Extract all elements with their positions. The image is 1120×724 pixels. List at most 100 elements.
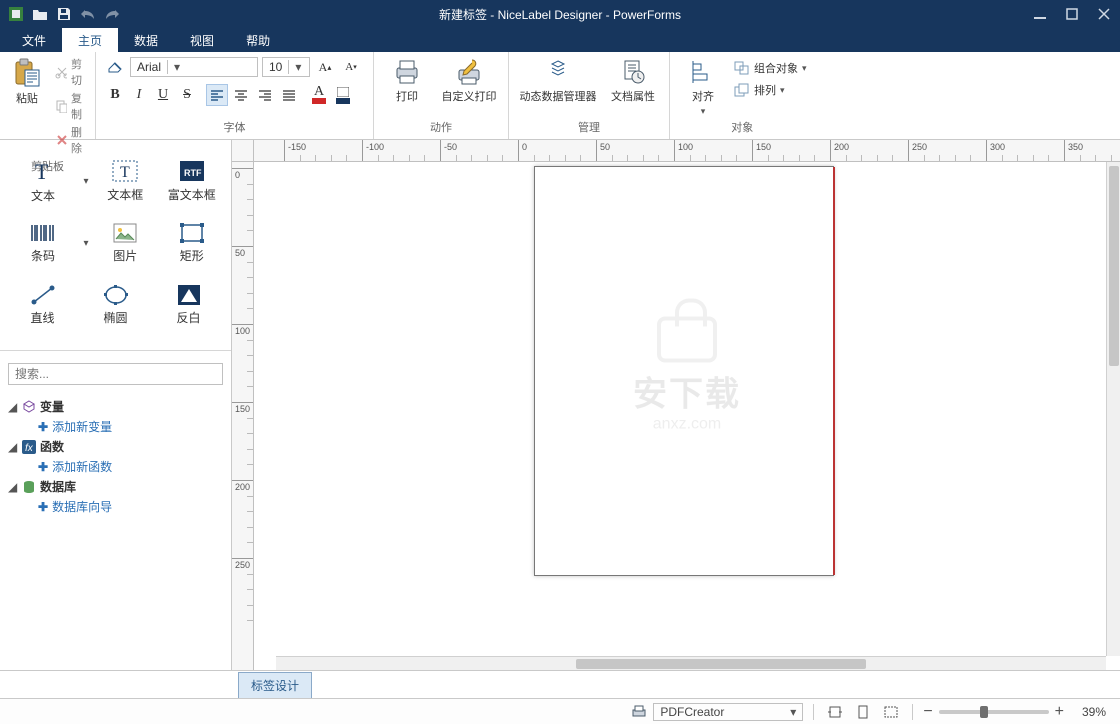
zoom-in-button[interactable]: +: [1055, 703, 1064, 721]
cut-button[interactable]: 剪切: [55, 56, 90, 88]
menu-file[interactable]: 文件: [6, 28, 62, 52]
align-center-button[interactable]: [230, 84, 252, 106]
save-icon[interactable]: [56, 6, 72, 22]
print-button[interactable]: 打印: [382, 56, 432, 104]
minimize-button[interactable]: [1024, 0, 1056, 28]
tool-ellipse[interactable]: 椭圆: [79, 274, 152, 336]
bold-button[interactable]: B: [104, 84, 126, 106]
menu-data[interactable]: 数据: [118, 28, 174, 52]
tree-functions[interactable]: ◢fx函数: [8, 435, 223, 458]
search-box: [8, 363, 223, 385]
tree-add-variable[interactable]: ✚添加新变量: [8, 418, 223, 435]
svg-text:T: T: [35, 159, 49, 183]
shrink-font-button[interactable]: A▾: [340, 56, 362, 78]
ruler-corner: [232, 140, 254, 162]
tree-databases[interactable]: ◢数据库: [8, 475, 223, 498]
zoom-fit-width-button[interactable]: [824, 701, 846, 723]
font-color-button[interactable]: A: [308, 84, 330, 106]
vertical-scrollbar[interactable]: [1106, 162, 1120, 656]
tab-label-design[interactable]: 标签设计: [238, 672, 312, 698]
strikethrough-button[interactable]: S: [176, 84, 198, 106]
clear-format-button[interactable]: [104, 56, 126, 78]
tool-rectangle[interactable]: 矩形: [159, 212, 226, 274]
toolbox-divider: [0, 350, 231, 351]
printer-selector[interactable]: PDFCreator▾: [631, 703, 803, 721]
copy-button[interactable]: 复制: [55, 90, 90, 122]
quick-access-toolbar: [0, 6, 120, 22]
data-manager-button[interactable]: 动态数据管理器: [517, 56, 599, 104]
tool-text[interactable]: T文本: [6, 150, 80, 212]
menu-view[interactable]: 视图: [174, 28, 230, 52]
redo-icon[interactable]: [104, 6, 120, 22]
justify-button[interactable]: [278, 84, 300, 106]
tool-richtextbox[interactable]: RTF富文本框: [159, 150, 226, 212]
canvas-area: -150-100-50050100150200250300350 0501001…: [232, 140, 1120, 670]
ribbon-group-action: 打印 自定义打印 动作: [374, 52, 509, 139]
scrollbar-thumb[interactable]: [576, 659, 866, 669]
font-name-combo[interactable]: Arial▾: [130, 57, 258, 77]
menu-help[interactable]: 帮助: [230, 28, 286, 52]
zoom-region-button[interactable]: [880, 701, 902, 723]
menu-bar: 文件 主页 数据 视图 帮助: [0, 28, 1120, 52]
ruler-horizontal: -150-100-50050100150200250300350: [254, 140, 1120, 162]
tool-inverse[interactable]: 反白: [152, 274, 225, 336]
group-objects-button[interactable]: 组合对象▾: [734, 60, 807, 76]
ribbon-group-clipboard: 粘贴 剪切 复制 删除 剪贴板: [0, 52, 96, 139]
underline-button[interactable]: U: [152, 84, 174, 106]
tool-line[interactable]: 直线: [6, 274, 79, 336]
chevron-down-icon[interactable]: ▾: [80, 212, 92, 274]
status-bar: PDFCreator▾ − + 39%: [0, 698, 1120, 724]
chevron-down-icon[interactable]: ▾: [288, 60, 302, 74]
toolbox-panel: T文本▾ T文本框 RTF富文本框 条码▾ 图片 矩形 直线 椭圆 反白 ◢变量…: [0, 140, 232, 670]
doc-properties-button[interactable]: 文档属性: [605, 56, 661, 104]
horizontal-scrollbar[interactable]: [276, 656, 1106, 670]
tool-grid: T文本▾ T文本框 RTF富文本框 条码▾ 图片 矩形 直线 椭圆 反白: [0, 140, 231, 346]
work-area: T文本▾ T文本框 RTF富文本框 条码▾ 图片 矩形 直线 椭圆 反白 ◢变量…: [0, 140, 1120, 670]
tool-barcode[interactable]: 条码: [6, 212, 80, 274]
svg-text:fx: fx: [25, 443, 34, 454]
tool-image[interactable]: 图片: [92, 212, 159, 274]
bottom-tab-strip: 标签设计: [0, 670, 1120, 698]
scrollbar-thumb[interactable]: [1109, 166, 1119, 366]
chevron-down-icon[interactable]: ▾: [80, 150, 92, 212]
arrange-button[interactable]: 排列▾: [734, 82, 807, 98]
tool-textbox[interactable]: T文本框: [92, 150, 159, 212]
tree-db-wizard[interactable]: ✚数据库向导: [8, 498, 223, 515]
zoom-level: 39%: [1070, 705, 1106, 719]
align-button[interactable]: 对齐 ▾: [678, 56, 728, 117]
chevron-down-icon[interactable]: ▾: [167, 60, 181, 74]
app-icon: [8, 6, 24, 22]
undo-icon[interactable]: [80, 6, 96, 22]
zoom-fit-page-button[interactable]: [852, 701, 874, 723]
font-size-combo[interactable]: 10▾: [262, 57, 310, 77]
ribbon: 粘贴 剪切 复制 删除 剪贴板 Arial▾ 10▾ A▴ A▾ B I U: [0, 52, 1120, 140]
custom-print-button[interactable]: 自定义打印: [438, 56, 500, 104]
ribbon-group-font: Arial▾ 10▾ A▴ A▾ B I U S A 字体: [96, 52, 374, 139]
slider-knob[interactable]: [980, 706, 988, 718]
window-controls: [1024, 0, 1120, 28]
align-right-button[interactable]: [254, 84, 276, 106]
close-button[interactable]: [1088, 0, 1120, 28]
zoom-slider[interactable]: [939, 710, 1049, 714]
window-title: 新建标签 - NiceLabel Designer - PowerForms: [439, 6, 681, 23]
open-folder-icon[interactable]: [32, 6, 48, 22]
svg-text:RTF: RTF: [184, 168, 202, 178]
title-bar: 新建标签 - NiceLabel Designer - PowerForms: [0, 0, 1120, 28]
font-group-label: 字体: [224, 117, 246, 139]
paste-button[interactable]: 粘贴: [5, 56, 49, 106]
svg-text:T: T: [120, 164, 130, 181]
fill-color-button[interactable]: [332, 84, 354, 106]
chevron-down-icon[interactable]: ▾: [790, 705, 796, 719]
paste-label: 粘贴: [16, 90, 38, 106]
search-input[interactable]: [8, 363, 223, 385]
italic-button[interactable]: I: [128, 84, 150, 106]
zoom-out-button[interactable]: −: [923, 703, 932, 721]
tree-variables[interactable]: ◢变量: [8, 395, 223, 418]
maximize-button[interactable]: [1056, 0, 1088, 28]
grow-font-button[interactable]: A▴: [314, 56, 336, 78]
design-canvas[interactable]: 安下载 anxz.com: [254, 162, 1120, 670]
align-left-button[interactable]: [206, 84, 228, 106]
menu-home[interactable]: 主页: [62, 28, 118, 52]
label-page[interactable]: [534, 166, 834, 576]
tree-add-function[interactable]: ✚添加新函数: [8, 458, 223, 475]
